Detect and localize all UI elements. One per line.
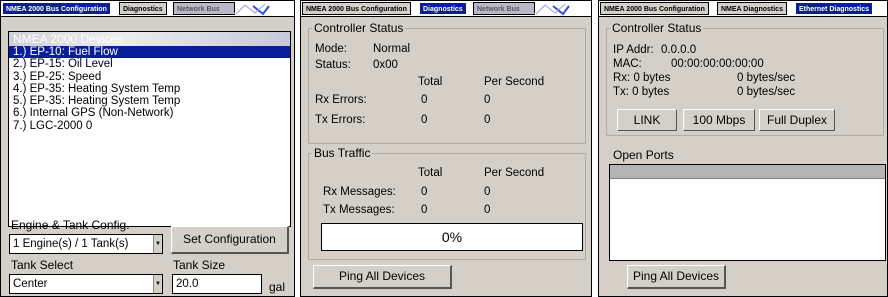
tx-bytes: Tx: 0 bytes <box>613 86 670 98</box>
ip-address-value: 0.0.0.0 <box>661 44 697 56</box>
ethernet-diagnostics-panel: NMEA 2000 Bus Configuration NMEA Diagnos… <box>598 0 888 297</box>
tx-errors-total: 0 <box>421 114 428 126</box>
controller-status-title: Controller Status <box>610 21 704 35</box>
mac-label: MAC: <box>613 58 642 70</box>
tab-scroll-arrows-icon[interactable] <box>533 2 573 16</box>
status-value: 0x00 <box>373 59 398 71</box>
bus-configuration-panel: NMEA 2000 Bus Configuration Diagnostics … <box>0 0 295 297</box>
tab-network-bus[interactable]: Network Bus <box>173 2 235 15</box>
list-item[interactable]: 2.) EP-15: Oil Level <box>9 58 290 70</box>
list-item[interactable]: 6.) Internal GPS (Non-Network) <box>9 107 290 119</box>
list-item[interactable]: 4.) EP-35: Heating System Temp <box>9 83 290 95</box>
rx-rate: 0 bytes/sec <box>737 72 796 84</box>
bus-traffic-title: Bus Traffic <box>312 146 373 160</box>
tank-select-label: Tank Select <box>11 258 74 272</box>
list-item[interactable]: 3.) EP-25: Speed <box>9 71 290 83</box>
mac-value: 00:00:00:00:00:00 <box>671 58 764 70</box>
chevron-down-icon[interactable]: ▼ <box>153 235 162 253</box>
ip-address-label: IP Addr: <box>613 44 654 56</box>
diagnostics-panel: NMEA 2000 Bus Configuration Diagnostics … <box>300 0 592 297</box>
ping-progress-bar: 0% <box>321 223 583 251</box>
tx-errors-per-second: 0 <box>484 114 491 126</box>
bus-config-content: NMEA 2000 Devices 1.) EP-10: Fuel Flow 2… <box>1 18 294 296</box>
tab-bar: NMEA 2000 Bus Configuration NMEA Diagnos… <box>599 1 887 17</box>
ping-all-devices-button[interactable]: Ping All Devices <box>627 265 726 289</box>
total-column-header: Total <box>418 167 443 179</box>
mode-value: Normal <box>373 43 411 55</box>
device-list[interactable]: NMEA 2000 Devices 1.) EP-10: Fuel Flow 2… <box>8 31 291 227</box>
mode-label: Mode: <box>315 43 347 55</box>
tank-size-unit: gal <box>269 280 286 294</box>
engine-tank-value: 1 Engine(s) / 1 Tank(s) <box>13 238 129 250</box>
controller-status-group: Controller Status Mode: Normal Status: 0… <box>308 21 586 144</box>
tx-messages-label: Tx Messages: <box>323 204 395 216</box>
tab-nmea-diagnostics[interactable]: NMEA Diagnostics <box>717 2 787 15</box>
device-list-header: NMEA 2000 Devices <box>9 32 290 46</box>
tank-size-input[interactable]: 20.0 <box>172 274 262 294</box>
tab-bar: NMEA 2000 Bus Configuration Diagnostics … <box>301 1 591 17</box>
tab-scroll-arrows-icon[interactable] <box>233 2 273 16</box>
list-item[interactable]: 1.) EP-10: Fuel Flow <box>9 46 290 59</box>
per-second-column-header: Per Second <box>484 167 545 179</box>
open-ports-header <box>610 165 885 179</box>
per-second-column-header: Per Second <box>484 76 545 88</box>
list-item[interactable]: 7.) LGC-2000 0 <box>9 120 290 132</box>
rx-messages-per-second: 0 <box>484 186 491 198</box>
chevron-down-icon[interactable]: ▼ <box>153 275 162 293</box>
rx-errors-per-second: 0 <box>484 94 491 106</box>
link-status-badge: LINK <box>617 109 677 131</box>
tab-nmea-bus-configuration[interactable]: NMEA 2000 Bus Configuration <box>600 2 709 15</box>
tank-select-dropdown[interactable]: Center ▼ <box>9 274 163 294</box>
tab-bar: NMEA 2000 Bus Configuration Diagnostics … <box>1 1 294 17</box>
set-configuration-button[interactable]: Set Configuration <box>171 226 289 254</box>
total-column-header: Total <box>418 76 443 88</box>
tab-nmea-bus-configuration[interactable]: NMEA 2000 Bus Configuration <box>2 2 111 15</box>
tx-messages-per-second: 0 <box>484 204 491 216</box>
open-ports-list[interactable] <box>609 164 886 261</box>
progress-percent: 0% <box>441 229 463 245</box>
engine-tank-config-label: Engine & Tank Config. <box>11 218 130 232</box>
tx-rate: 0 bytes/sec <box>737 86 796 98</box>
ethernet-content: Controller Status IP Addr: 0.0.0.0 MAC: … <box>599 18 887 296</box>
tank-select-value: Center <box>13 278 48 290</box>
duplex-badge: Full Duplex <box>759 109 835 131</box>
tab-nmea-bus-configuration[interactable]: NMEA 2000 Bus Configuration <box>302 2 411 15</box>
rx-messages-total: 0 <box>421 186 428 198</box>
rx-bytes: Rx: 0 bytes <box>613 72 671 84</box>
rx-errors-label: Rx Errors: <box>315 94 367 106</box>
tab-ethernet-diagnostics[interactable]: Ethernet Diagnostics <box>795 2 874 15</box>
tab-diagnostics[interactable]: Diagnostics <box>119 2 167 15</box>
controller-status-title: Controller Status <box>312 21 406 35</box>
tab-diagnostics[interactable]: Diagnostics <box>419 2 467 15</box>
tx-errors-label: Tx Errors: <box>315 114 366 126</box>
tab-network-bus[interactable]: Network Bus <box>473 2 535 15</box>
tx-messages-total: 0 <box>421 204 428 216</box>
tank-size-label: Tank Size <box>173 258 226 272</box>
link-speed-badge: 100 Mbps <box>683 109 755 131</box>
diagnostics-content: Controller Status Mode: Normal Status: 0… <box>301 18 591 296</box>
status-label: Status: <box>315 59 351 71</box>
ping-all-devices-button[interactable]: Ping All Devices <box>313 265 452 289</box>
list-item[interactable]: 5.) EP-35: Heating System Temp <box>9 95 290 107</box>
rx-messages-label: Rx Messages: <box>323 186 396 198</box>
engine-tank-select[interactable]: 1 Engine(s) / 1 Tank(s) ▼ <box>9 234 163 254</box>
open-ports-title: Open Ports <box>613 148 674 162</box>
rx-errors-total: 0 <box>421 94 428 106</box>
